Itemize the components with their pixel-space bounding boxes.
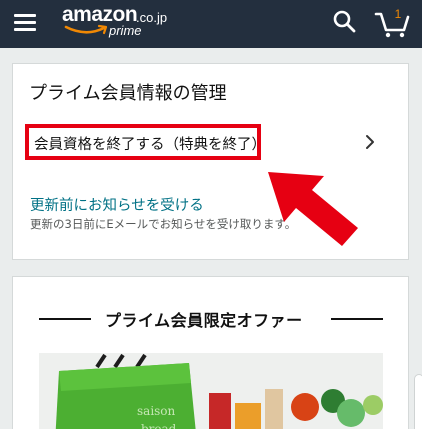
cart-button[interactable]: 1: [374, 6, 410, 38]
grocery-bag-illustration: saison bread: [39, 353, 383, 429]
red-pointer-arrow-icon: [268, 172, 358, 246]
membership-card-title: プライム会員情報の管理: [29, 83, 227, 104]
search-icon[interactable]: [332, 9, 356, 33]
chevron-right-icon[interactable]: [363, 134, 377, 150]
offer-divider-left: [39, 318, 91, 320]
bag-text-bottom: bread: [141, 422, 177, 429]
bag-text-top: saison: [137, 404, 176, 418]
offer-section-title: プライム会員限定オファー: [105, 311, 303, 330]
hamburger-menu-icon[interactable]: [14, 12, 38, 32]
offer-divider-right: [331, 318, 383, 320]
renewal-notice-link[interactable]: 更新前にお知らせを受ける: [30, 194, 204, 215]
scrollbar-handle[interactable]: [414, 374, 422, 429]
cancel-membership-label: 会員資格を終了する（特典を終了）: [34, 137, 266, 153]
cart-count-badge: 1: [394, 7, 402, 21]
logo-prime-label: prime: [109, 23, 142, 38]
top-navigation-bar: amazon .co.jp prime 1: [0, 0, 422, 48]
offer-banner-image[interactable]: saison bread: [39, 353, 383, 429]
prime-offer-card: プライム会員限定オファー saison bread: [12, 276, 409, 429]
smile-arrow-icon: [64, 24, 108, 35]
cancel-membership-button[interactable]: 会員資格を終了する（特典を終了）: [25, 124, 266, 160]
amazon-prime-logo[interactable]: amazon .co.jp prime: [62, 3, 172, 43]
